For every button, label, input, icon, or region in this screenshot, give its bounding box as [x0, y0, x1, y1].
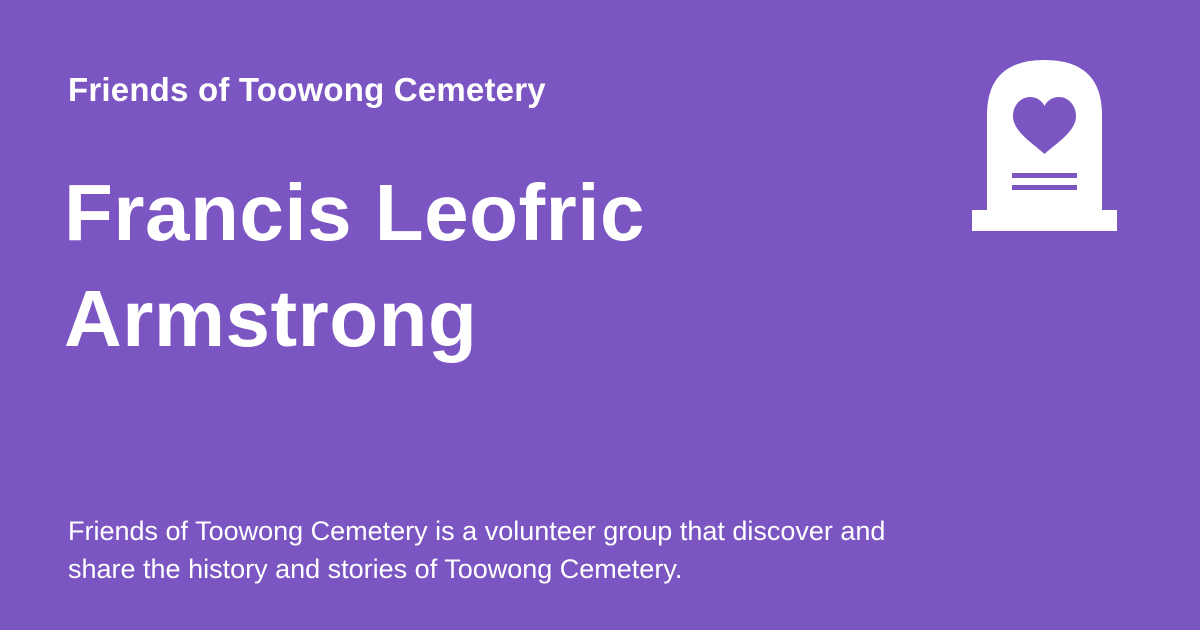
page-title: Francis Leofric Armstrong	[64, 160, 924, 372]
social-share-card: Friends of Toowong Cemetery Francis Leof…	[0, 0, 1200, 630]
organization-description: Friends of Toowong Cemetery is a volunte…	[68, 516, 886, 584]
headstone-heart-icon	[972, 60, 1117, 231]
organization-name: Friends of Toowong Cemetery	[68, 71, 546, 108]
title-line-last: Armstrong	[64, 274, 478, 363]
title-line-first: Francis Leofric	[64, 168, 646, 257]
